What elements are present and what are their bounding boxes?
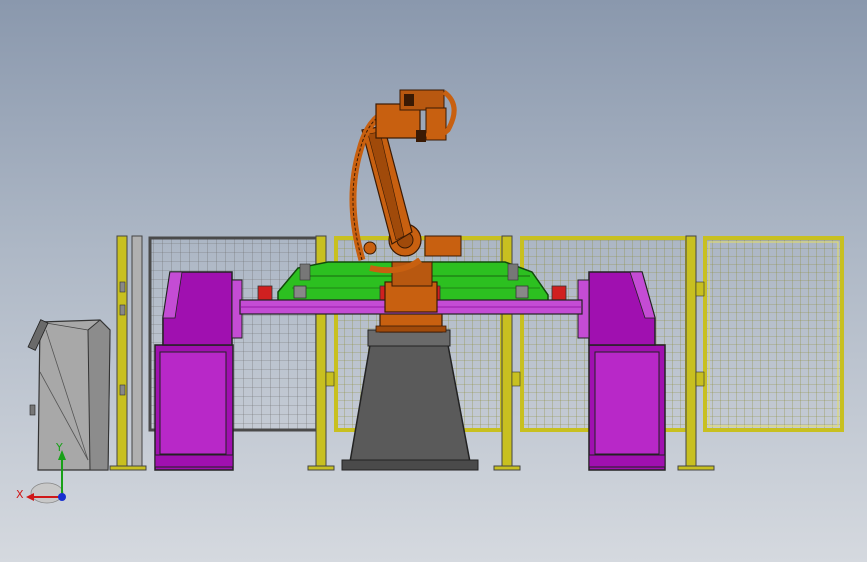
positioner-headstock-left[interactable]: [154, 271, 243, 471]
x-axis-label: X: [16, 488, 24, 501]
y-axis-label: Y: [55, 441, 63, 454]
welding-cell-assembly[interactable]: X Y: [0, 0, 867, 562]
cad-viewport[interactable]: X Y: [0, 0, 867, 562]
fence-panel-4[interactable]: [703, 236, 844, 432]
control-cabinet[interactable]: [27, 319, 111, 471]
